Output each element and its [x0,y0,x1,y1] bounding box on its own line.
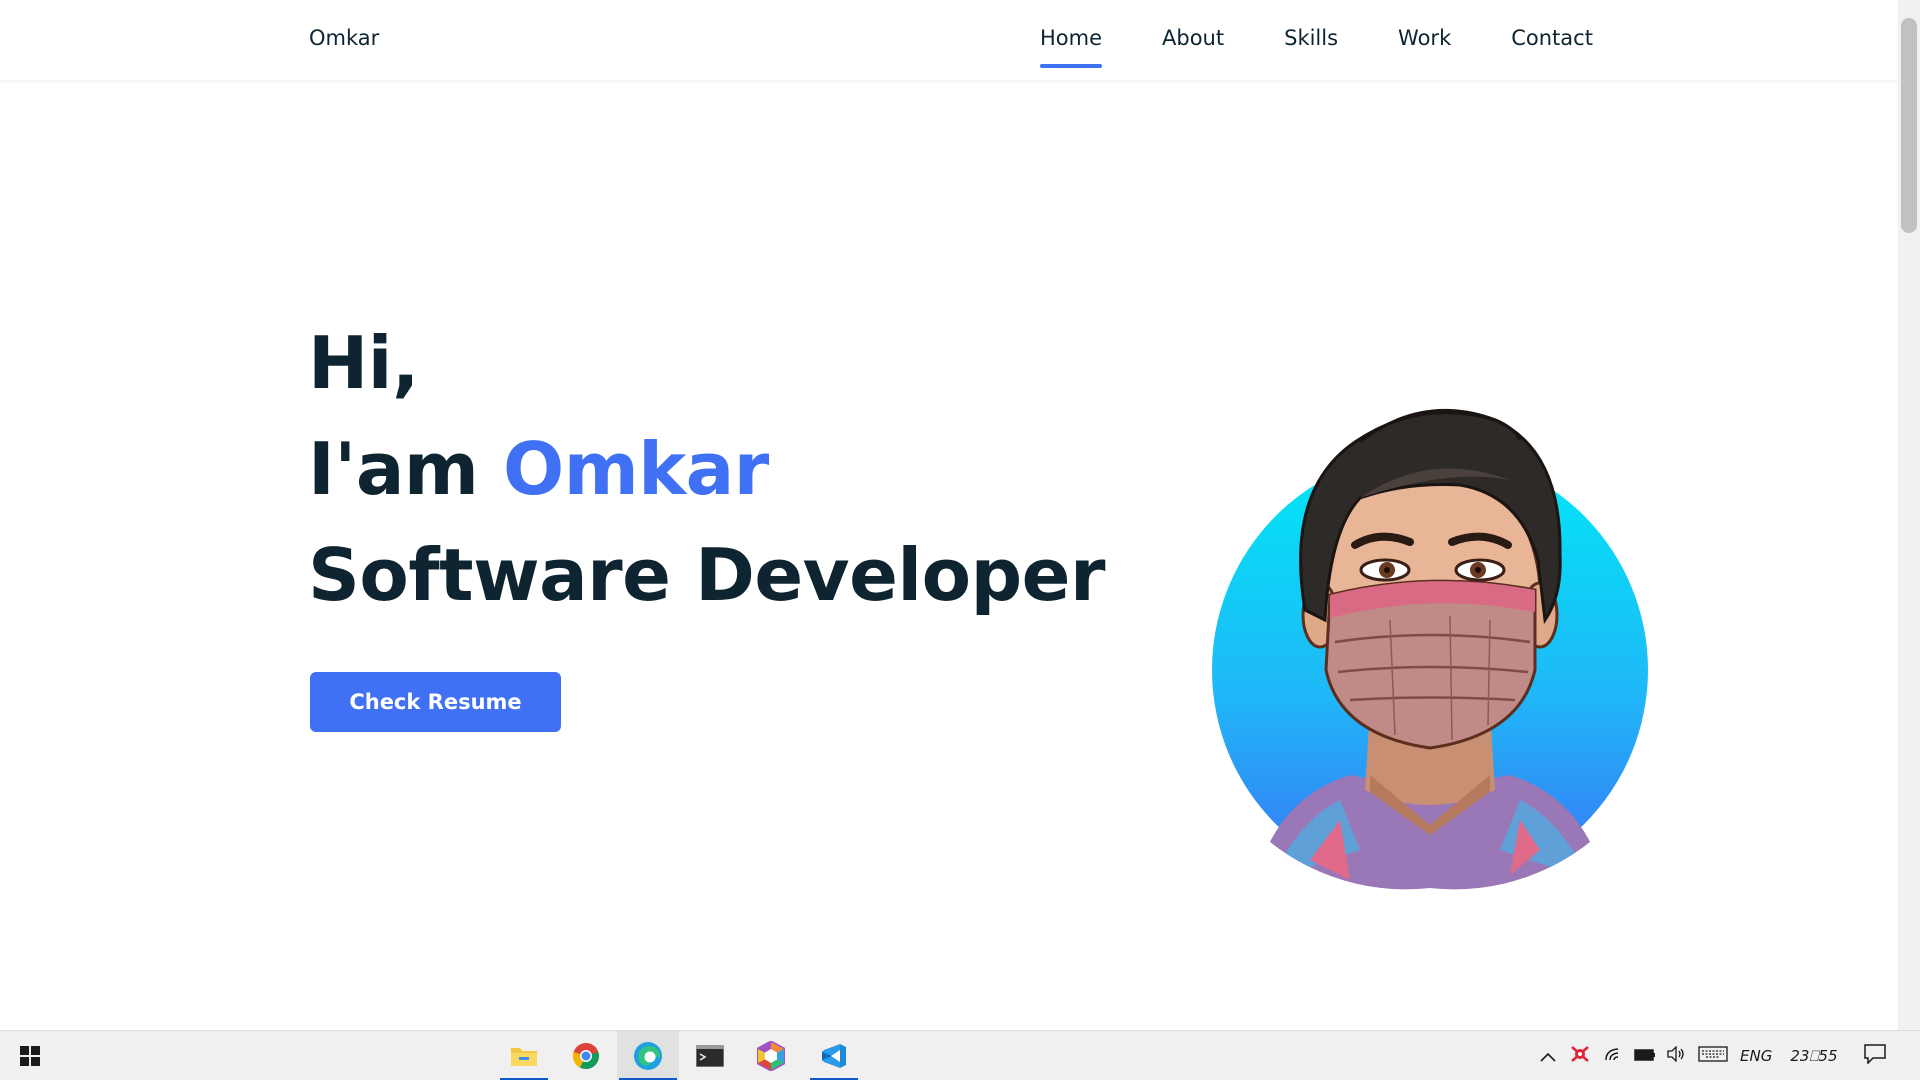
tray-app-red[interactable] [1570,1045,1590,1067]
wifi-status[interactable] [1604,1046,1622,1066]
avatar-illustration [1212,408,1648,890]
clock[interactable]: 23⎕55 [1790,1047,1837,1065]
hero-text: Hi, I'am Omkar Software Developer [308,310,1105,628]
language-indicator[interactable]: ENG [1740,1047,1772,1065]
hero-intro: I'am Omkar [308,416,1105,522]
hero-intro-prefix: I'am [308,427,504,511]
nav-about[interactable]: About [1162,26,1224,50]
volume-control[interactable] [1666,1045,1686,1066]
speaker-icon [1667,1045,1684,1063]
main-nav: Home About Skills Work Contact [1040,26,1593,68]
hexagon-app-icon [757,1041,785,1071]
nav-skills[interactable]: Skills [1284,26,1338,50]
avatar [1190,380,1670,900]
vscode-icon [822,1044,846,1068]
nav-work[interactable]: Work [1398,26,1451,50]
taskbar-terminal[interactable] [684,1031,736,1080]
terminal-icon [696,1045,724,1067]
windows-taskbar: ENG 23⎕55 [0,1030,1920,1080]
taskbar-chrome[interactable] [560,1031,612,1080]
browser-page: Omkar Home About Skills Work Contact Hi,… [0,0,1920,1080]
page-scrollbar[interactable] [1898,0,1920,1030]
wifi-icon [1605,1048,1619,1061]
nav-contact[interactable]: Contact [1511,26,1593,50]
hero-role: Software Developer [308,533,1105,617]
action-center-button[interactable] [1863,1044,1886,1068]
touch-keyboard-button[interactable] [1698,1046,1728,1066]
taskbar-vscode[interactable] [808,1031,860,1080]
check-resume-button[interactable]: Check Resume [310,672,561,732]
show-hidden-icons-button[interactable] [1540,1047,1556,1066]
scrollbar-thumb[interactable] [1901,18,1917,233]
file-explorer-icon [511,1048,537,1066]
taskbar-edge[interactable] [617,1031,679,1080]
taskbar-hexagon-app[interactable] [745,1031,797,1080]
site-logo[interactable]: Omkar [309,26,379,50]
edge-icon [634,1042,662,1070]
keyboard-icon [1698,1046,1728,1062]
chevron-up-icon [1540,1052,1556,1062]
notification-icon [1863,1044,1886,1065]
chrome-icon [572,1043,599,1069]
battery-icon [1634,1048,1655,1061]
site-header: Omkar Home About Skills Work Contact [0,0,1898,80]
hero-name: Omkar [503,427,769,511]
hero-greeting: Hi, [308,321,419,405]
start-button[interactable] [8,1031,52,1080]
nav-home[interactable]: Home [1040,26,1103,68]
battery-status[interactable] [1634,1047,1656,1066]
windows-logo-icon [20,1046,40,1066]
red-app-icon [1571,1046,1589,1062]
system-tray: ENG 23⎕55 [1540,1031,1886,1080]
taskbar-file-explorer[interactable] [498,1031,550,1080]
